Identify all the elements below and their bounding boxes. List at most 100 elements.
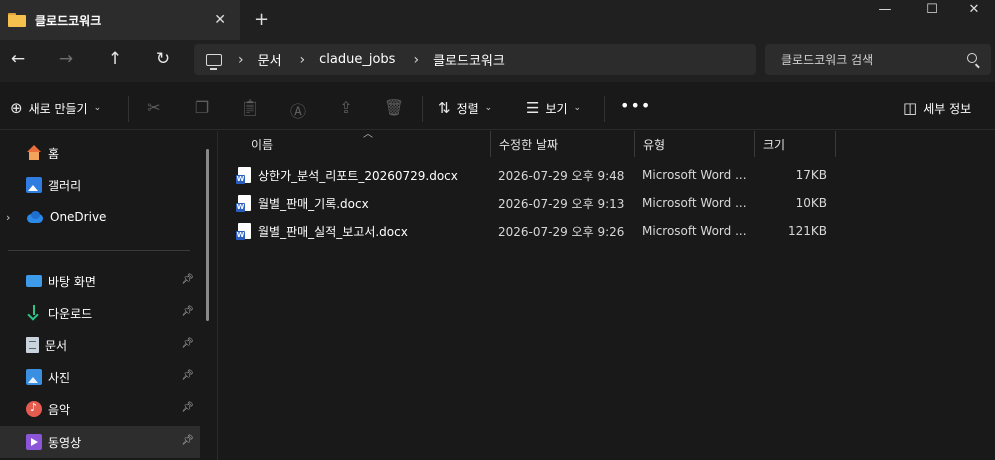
sidebar-item-label: 갤러리	[48, 178, 82, 193]
music-icon	[26, 401, 42, 417]
tab-title: 클로드코워크	[35, 13, 102, 28]
forward-button[interactable]: →	[52, 49, 80, 69]
sidebar-item-label: OneDrive	[50, 210, 107, 224]
sidebar-item-downloads[interactable]: 다운로드 📌︎	[0, 297, 200, 329]
sidebar-item-videos[interactable]: 동영상 📌︎	[0, 426, 200, 458]
minimize-button[interactable]: —	[862, 2, 908, 17]
sidebar-item-label: 동영상	[48, 435, 82, 450]
word-document-icon	[236, 195, 251, 212]
file-size: 10KB	[795, 196, 827, 210]
pin-icon[interactable]: 📌︎	[181, 402, 194, 413]
videos-icon	[26, 434, 42, 450]
tab-active[interactable]: 클로드코워크 ✕	[0, 0, 240, 40]
cut-icon[interactable]: ✂	[142, 98, 166, 117]
toolbar-divider	[128, 96, 129, 122]
view-button-label: 보기	[545, 101, 568, 116]
plus-circle-icon: ⊕	[10, 99, 23, 117]
this-pc-icon[interactable]	[206, 53, 222, 70]
details-pane-label: 세부 정보	[923, 101, 972, 116]
column-header-size[interactable]: 크기	[755, 131, 836, 157]
new-tab-button[interactable]: +	[254, 9, 269, 30]
search-input[interactable]	[781, 52, 951, 67]
onedrive-icon	[26, 209, 44, 225]
view-button[interactable]: ☰ 보기 ⌄	[526, 99, 581, 117]
search-icon[interactable]	[967, 53, 977, 63]
word-document-icon	[236, 167, 251, 184]
chevron-down-icon: ⌄	[484, 103, 493, 113]
sidebar-item-music[interactable]: 음악 📌︎	[0, 393, 200, 425]
up-button[interactable]: ↑	[101, 49, 129, 69]
sidebar-item-label: 음악	[48, 402, 71, 417]
close-button[interactable]: ✕	[951, 2, 995, 17]
file-date: 2026-07-29 오후 9:13	[498, 196, 625, 211]
column-header-type[interactable]: 유형	[635, 131, 755, 157]
chevron-down-icon: ⌄	[93, 103, 102, 113]
file-type: Microsoft Word ...	[642, 224, 747, 238]
sidebar-item-label: 사진	[48, 370, 71, 385]
file-size: 121KB	[787, 224, 827, 238]
pin-icon[interactable]: 📌︎	[181, 274, 194, 285]
breadcrumb-documents[interactable]: 문서	[258, 50, 282, 69]
file-date: 2026-07-29 오후 9:26	[498, 224, 625, 239]
sidebar-item-label: 홈	[48, 146, 60, 161]
sort-icon: ⇅	[438, 99, 451, 117]
file-size: 17KB	[795, 168, 827, 182]
sidebar-item-label: 다운로드	[48, 306, 93, 321]
desktop-icon	[26, 275, 42, 287]
sidebar-item-onedrive[interactable]: › OneDrive	[0, 201, 200, 233]
new-button[interactable]: ⊕ 새로 만들기 ⌄	[10, 99, 101, 117]
toolbar-divider	[604, 96, 605, 122]
column-header-name[interactable]: 이름	[243, 131, 491, 157]
delete-icon[interactable]: 🗑︎	[382, 98, 406, 117]
sort-button[interactable]: ⇅ 정렬 ⌄	[438, 99, 492, 117]
pictures-icon	[26, 369, 42, 385]
chevron-right-icon[interactable]: ›	[413, 52, 419, 68]
file-name: 월별_판매_실적_보고서.docx	[258, 224, 408, 239]
paste-icon[interactable]: 📋︎	[238, 98, 262, 117]
toolbar-divider	[422, 96, 423, 122]
chevron-right-icon[interactable]: ›	[300, 52, 306, 68]
pin-icon[interactable]: 📌︎	[181, 435, 194, 446]
table-row[interactable]: 월별_판매_실적_보고서.docx 2026-07-29 오후 9:26 Mic…	[231, 217, 841, 245]
pin-icon[interactable]: 📌︎	[181, 338, 194, 349]
view-list-icon: ☰	[526, 99, 540, 117]
sidebar-item-gallery[interactable]: 갤러리	[0, 169, 200, 201]
chevron-right-icon[interactable]: ›	[238, 52, 244, 68]
share-icon[interactable]: ⇪	[334, 98, 358, 117]
pin-icon[interactable]: 📌︎	[181, 306, 194, 317]
sidebar-scrollbar[interactable]	[206, 149, 209, 321]
back-button[interactable]: ←	[4, 49, 32, 69]
chevron-down-icon: ⌄	[573, 103, 582, 113]
sidebar-divider	[8, 250, 190, 251]
breadcrumb-cladue-jobs[interactable]: cladue_jobs	[319, 52, 395, 67]
tab-close-icon[interactable]: ✕	[214, 12, 226, 28]
pin-icon[interactable]: 📌︎	[181, 370, 194, 381]
column-header-date[interactable]: 수정한 날짜	[491, 131, 635, 157]
sidebar-item-documents[interactable]: 문서 📌︎	[0, 329, 200, 361]
table-row[interactable]: 상한가_분석_리포트_20260729.docx 2026-07-29 오후 9…	[231, 161, 841, 189]
home-icon	[26, 145, 42, 161]
address-bar[interactable]: › 문서 › cladue_jobs › 클로드코워크	[194, 44, 756, 75]
file-date: 2026-07-29 오후 9:48	[498, 168, 625, 183]
gallery-icon	[26, 177, 42, 193]
sidebar-item-desktop[interactable]: 바탕 화면 📌︎	[0, 265, 200, 297]
sidebar-item-label: 바탕 화면	[48, 274, 96, 289]
more-options-button[interactable]: •••	[620, 96, 651, 115]
breadcrumb-current[interactable]: 클로드코워크	[433, 50, 505, 69]
title-bar: 클로드코워크 ✕ + — ☐ ✕	[0, 0, 995, 40]
table-row[interactable]: 월별_판매_기록.docx 2026-07-29 오후 9:13 Microso…	[231, 189, 841, 217]
sidebar-item-home[interactable]: 홈	[0, 137, 200, 169]
file-type: Microsoft Word ...	[642, 196, 747, 210]
copy-icon[interactable]: ❐	[190, 98, 214, 117]
search-box[interactable]	[765, 44, 991, 75]
file-list: ︿ 이름 수정한 날짜 유형 크기 상한가_분석_리포트_20260729.do…	[219, 129, 995, 460]
rename-icon[interactable]: Ⓐ	[286, 98, 310, 122]
navigation-pane: 홈 갤러리 › OneDrive 바탕 화면 📌︎ 다운로드 📌︎ 문서 📌︎ …	[0, 131, 218, 460]
maximize-button[interactable]: ☐	[909, 2, 955, 17]
sidebar-item-pictures[interactable]: 사진 📌︎	[0, 361, 200, 393]
file-type: Microsoft Word ...	[642, 168, 747, 182]
chevron-right-icon[interactable]: ›	[6, 211, 10, 224]
details-pane-button[interactable]: ◫ 세부 정보	[903, 99, 971, 117]
refresh-button[interactable]: ↻	[149, 49, 177, 69]
file-name: 상한가_분석_리포트_20260729.docx	[258, 168, 458, 183]
